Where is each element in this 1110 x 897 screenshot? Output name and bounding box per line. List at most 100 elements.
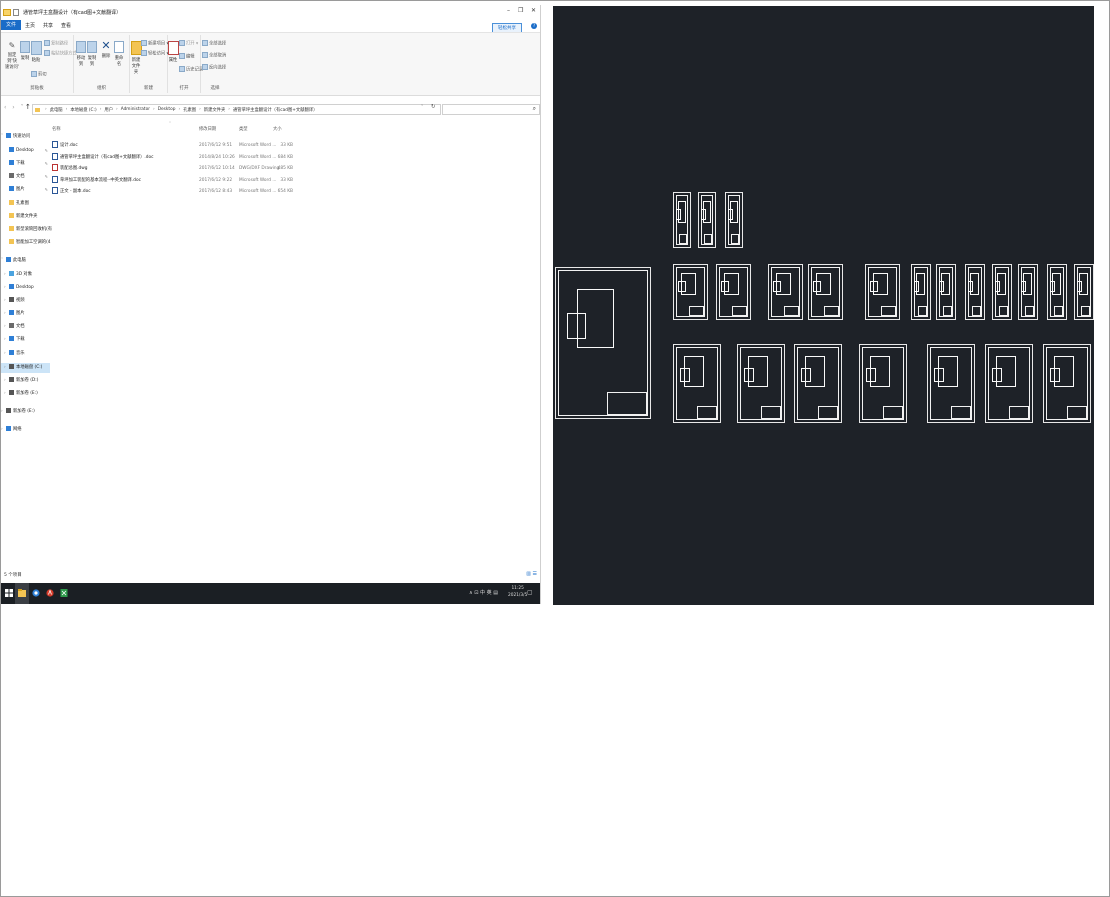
nav-item[interactable]: 下载 ✎ [1,159,50,169]
drawing-sheet[interactable] [768,264,803,320]
nav-item[interactable]: 新建文件夹 [1,212,50,222]
open-button[interactable]: 打开 ▾ [179,40,198,47]
spreadsheet-taskbar-icon[interactable] [60,588,68,598]
breadcrumb-administrator[interactable]: Administrator [121,107,150,112]
file-row[interactable]: 设计.doc 2017/6/12 9:51 Microsoft Word ... 33… [49,141,539,151]
close-button[interactable]: ✕ [531,7,536,14]
breadcrumb-this-pc[interactable]: 此电脑 [50,107,63,113]
select-none-button[interactable]: 全部取消 [202,52,226,59]
move-to-button[interactable]: 移动到 [76,41,86,67]
nav-item[interactable]: › 新加卷 (D:) [1,376,50,386]
drawing-sheet[interactable] [1047,264,1067,320]
nav-item[interactable]: › 文档 [1,322,50,332]
cut-button[interactable]: 剪切 [31,71,47,78]
rename-button[interactable]: 重命名 [113,41,125,67]
pin-quick-access-button[interactable]: ✎ 固定到'快 速访问' [3,41,21,70]
help-icon[interactable]: ? [531,23,537,29]
nav-item[interactable]: Desktop ✎ [1,146,50,156]
drawing-sheet[interactable] [927,344,975,423]
nav-item[interactable]: › 3D 对象 [1,270,50,280]
cad-drawing-viewport[interactable] [553,6,1094,605]
breadcrumb-users[interactable]: 用户 [104,107,113,113]
breadcrumb-current-folder[interactable]: 通管草坪主盒翻设计（有cad图+文献翻译） [233,107,317,113]
address-bar[interactable]: › 此电脑 › 本地磁盘 (C:) › 用户 › Administrator ›… [32,104,441,115]
drawing-sheet[interactable] [555,267,651,419]
file-row[interactable]: 通管草坪主盒翻设计（有cad图+文献翻译）.doc 2014/8/24 10:26… [49,152,539,163]
drawing-sheet[interactable] [865,264,900,320]
refresh-icon[interactable]: ↻ [431,104,436,110]
drawing-sheet[interactable] [673,192,691,248]
paste-button[interactable]: 粘贴 [31,41,42,63]
maximize-button[interactable]: ❐ [518,7,523,14]
breadcrumb-c-drive[interactable]: 本地磁盘 (C:) [70,107,96,113]
quick-access-icon[interactable] [13,8,19,16]
history-button[interactable]: 历史记录 [179,66,203,73]
invert-selection-button[interactable]: 反向选择 [202,64,226,71]
column-header-name[interactable]: 名称 [52,126,61,132]
back-forward-arrows[interactable]: ‹ › ˅ [4,104,26,111]
menu-view[interactable]: 查看 [57,22,75,29]
nav-item[interactable]: 图片 ✎ [1,185,50,195]
menu-share[interactable]: 共享 [39,22,57,29]
file-row[interactable]: 草坪加工装配的基本流程--中英文翻译.doc 2017/6/12 9:22 Micr… [49,175,539,186]
nav-item[interactable]: 文档 ✎ [1,172,50,182]
new-item-button[interactable]: 新建项目 ▾ [141,40,169,47]
nav-item[interactable]: ˅ 此电脑 [1,256,47,266]
select-all-button[interactable]: 全部选择 [202,40,226,47]
drawing-sheet[interactable] [725,192,743,248]
system-tray[interactable]: ∧ ⊡ 中 英 ▤ [469,589,498,596]
drawing-sheet[interactable] [859,344,907,423]
column-header-date[interactable]: 修改日期 [199,126,216,132]
nav-item[interactable]: 新型滚筒回收机(有 [1,225,52,235]
nav-item[interactable]: ˅ 快速访问 [1,132,47,142]
drawing-sheet[interactable] [1043,344,1091,423]
nav-item[interactable]: › 图片 [1,309,50,319]
taskbar-clock[interactable]: 11:25 2021/3/5 [508,585,527,599]
copy-path-button[interactable]: 复制路径 [44,40,68,47]
easy-access-button[interactable]: 轻松访问 ▾ [141,50,169,57]
nav-item[interactable]: › Desktop [1,283,50,293]
copy-button[interactable]: 复制 [20,41,30,61]
menu-home[interactable]: 主页 [21,22,39,29]
nav-item[interactable]: › 本地磁盘 (C:) [1,363,50,373]
drawing-sheet[interactable] [716,264,751,320]
notification-icon[interactable]: ▢ [527,589,533,596]
minimize-button[interactable]: – [507,7,510,14]
search-input[interactable]: ⌕ [442,104,540,115]
drawing-sheet[interactable] [1074,264,1094,320]
edit-button[interactable]: 编辑 [179,53,195,60]
delete-button[interactable]: ✕ 删除 [101,39,111,59]
drawing-sheet[interactable] [965,264,985,320]
file-row[interactable]: 正文 - 副本.doc 2017/6/12 8:43 Microsoft Word … [49,187,539,197]
drawing-sheet[interactable] [698,192,716,248]
file-row[interactable]: 装配总图.dwg 2017/6/12 10:14 DWG/DXF Drawing 48… [49,164,539,174]
view-mode-buttons[interactable]: ▥ ☰ [526,571,537,577]
column-header-type[interactable]: 类型 [239,126,248,132]
nav-item[interactable]: › 下载 [1,335,50,345]
nav-item[interactable]: 孔素图 [1,199,50,209]
cad-viewer-taskbar-icon[interactable] [46,588,54,598]
nav-item[interactable]: › 音乐 [1,349,50,359]
nav-item[interactable]: › 网络 [1,425,47,435]
nav-item[interactable]: › 新加卷 (E:) [1,389,50,399]
properties-button[interactable]: 属性 [168,41,179,63]
drawing-sheet[interactable] [1018,264,1038,320]
nav-item[interactable]: 智能加工空调的(4 [1,238,51,248]
file-explorer-taskbar-icon[interactable] [18,588,26,598]
paste-shortcut-button[interactable]: 粘贴快捷方式 [44,50,77,57]
browser-taskbar-icon[interactable] [32,588,40,598]
drawing-sheet[interactable] [794,344,842,423]
drawing-sheet[interactable] [737,344,785,423]
drawing-sheet[interactable] [992,264,1012,320]
drawing-sheet[interactable] [808,264,843,320]
drawing-sheet[interactable] [985,344,1033,423]
drawing-sheet[interactable] [673,344,721,423]
menu-file[interactable]: 文件 [1,20,22,30]
copy-to-button[interactable]: 复制到 [87,41,97,67]
drawing-sheet[interactable] [673,264,708,320]
column-header-size[interactable]: 大小 [273,126,282,132]
breadcrumb-folder-1[interactable]: 孔素图 [183,107,196,113]
nav-item[interactable]: › 视频 [1,296,50,306]
drawing-sheet[interactable] [936,264,956,320]
address-dropdown-icon[interactable]: ˅ [421,105,423,110]
